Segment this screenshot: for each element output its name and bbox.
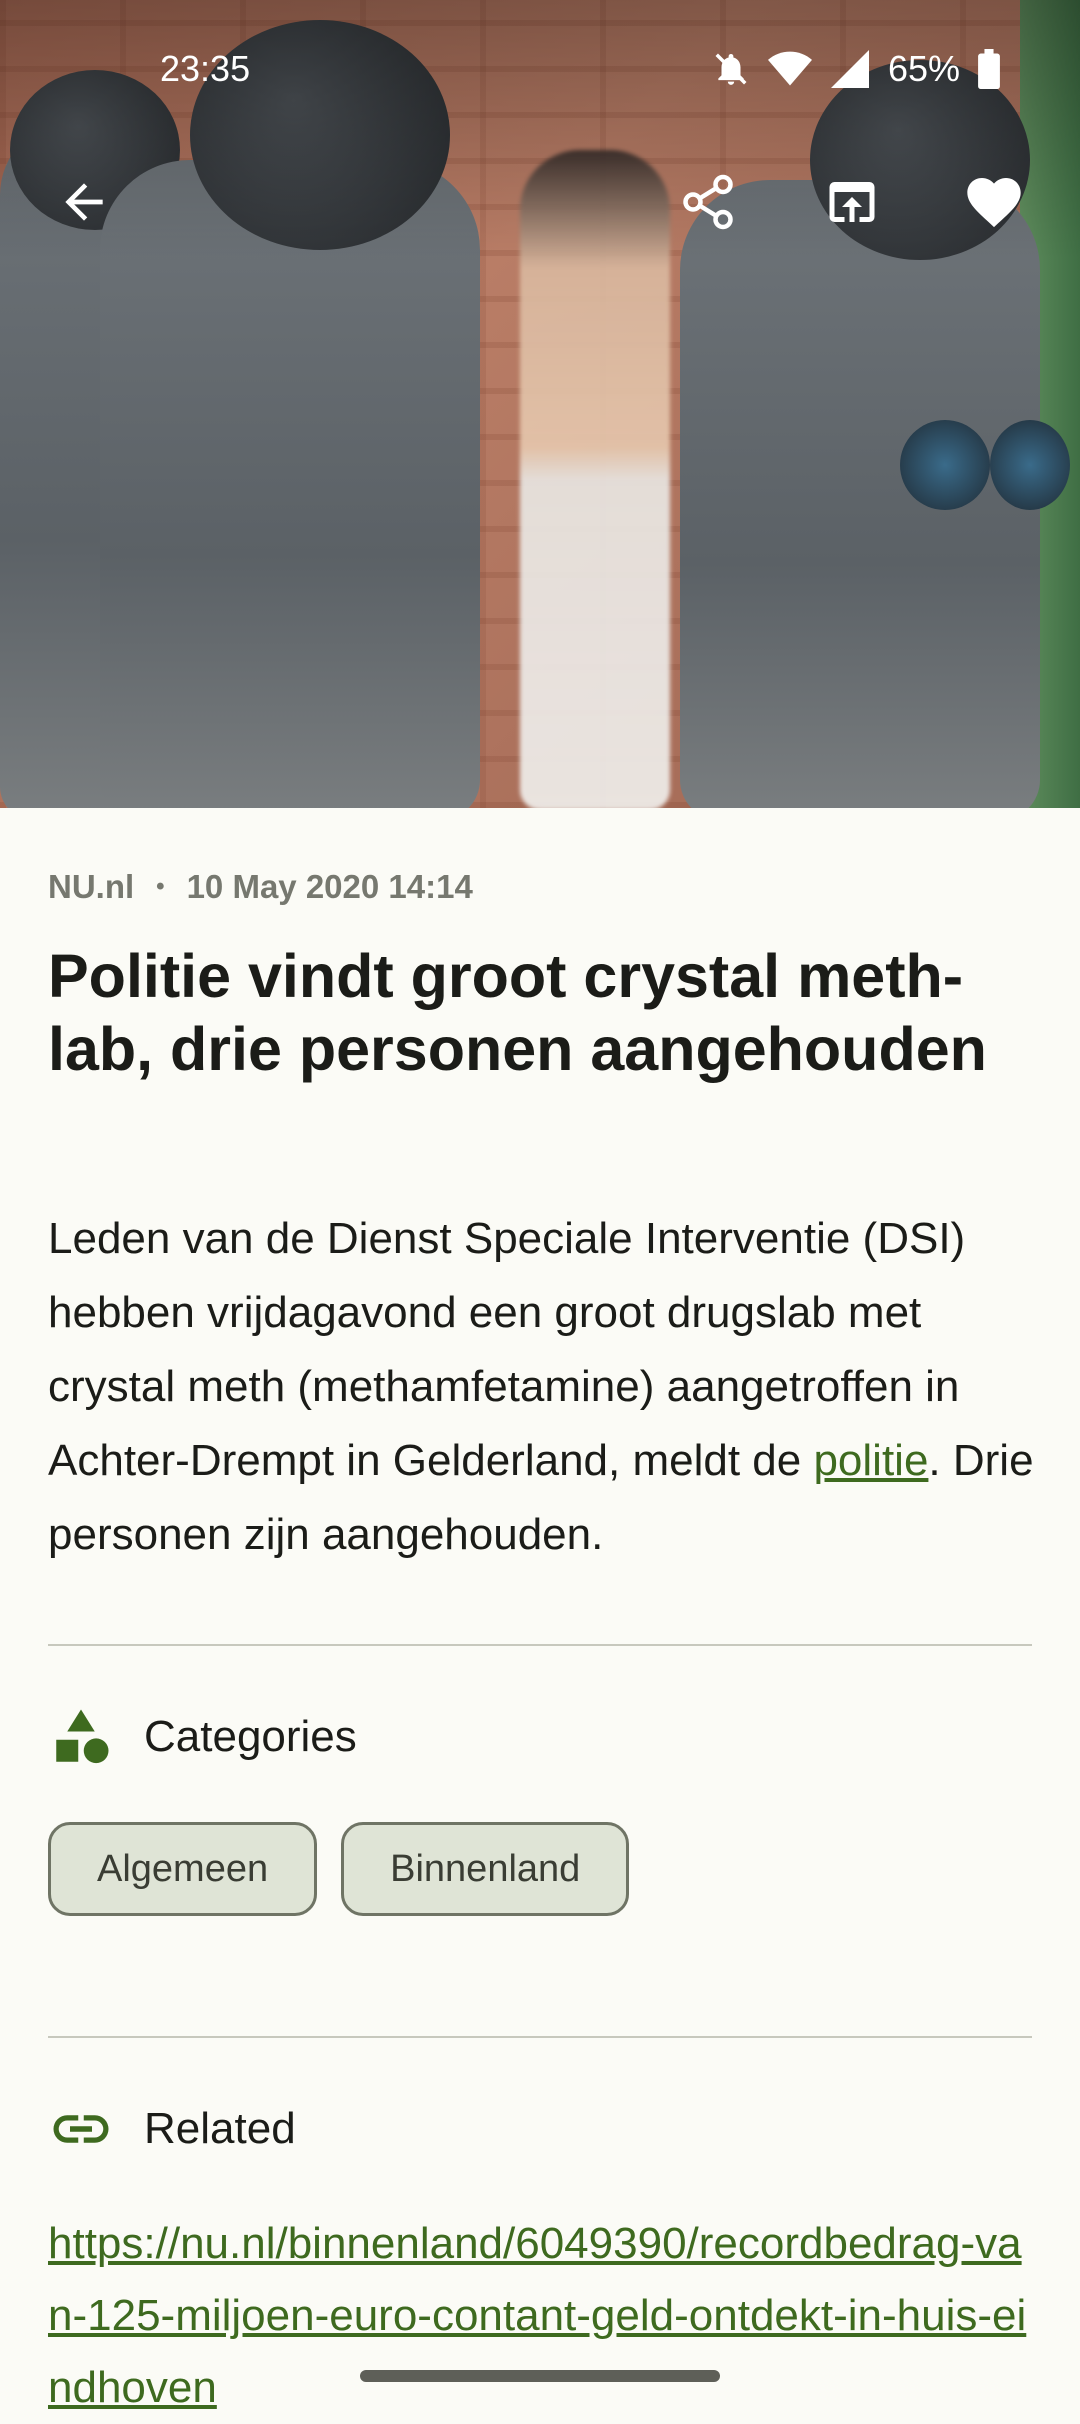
mute-bell-icon <box>712 50 750 88</box>
article-meta: NU.nl • 10 May 2020 14:14 <box>48 868 473 906</box>
article-source: NU.nl <box>48 868 135 905</box>
hero-officer-right <box>680 180 1040 808</box>
battery-percent: 65% <box>887 48 960 89</box>
share-icon <box>683 174 733 230</box>
back-button[interactable] <box>48 166 120 238</box>
related-header: Related <box>48 2096 296 2162</box>
status-icons: 65% <box>712 46 1000 92</box>
hero-equipment <box>900 420 990 510</box>
related-article-link[interactable]: https://nu.nl/binnenland/6049390/recordb… <box>48 2208 1032 2424</box>
open-in-browser-icon <box>829 182 875 222</box>
arrow-back-icon <box>65 183 103 221</box>
link-icon <box>53 2115 109 2143</box>
share-button[interactable] <box>672 166 744 238</box>
article-date: 10 May 2020 14:14 <box>186 868 473 905</box>
heart-icon <box>967 178 1021 228</box>
hero-equipment-2 <box>990 420 1070 510</box>
meta-separator: • <box>156 873 165 900</box>
battery-icon <box>978 49 1000 89</box>
category-chips: Algemeen Binnenland <box>48 1822 630 1916</box>
politie-link[interactable]: politie <box>813 1436 928 1485</box>
chip-binnenland[interactable]: Binnenland <box>341 1822 630 1916</box>
status-bar: 23:35 65% <box>0 0 1080 140</box>
divider-related <box>48 2036 1032 2038</box>
open-in-browser-button[interactable] <box>816 166 888 238</box>
gesture-nav-handle[interactable] <box>360 2370 720 2382</box>
categories-header: Categories <box>48 1704 357 1770</box>
category-shapes-icon <box>56 1709 109 1764</box>
related-heading: Related <box>144 2104 296 2153</box>
article-title: Politie vindt groot crystal meth-lab, dr… <box>48 942 987 1083</box>
status-time: 23:35 <box>160 48 251 89</box>
divider-categories <box>48 1644 1032 1646</box>
article-body: Leden van de Dienst Speciale Interventie… <box>48 1202 1038 1572</box>
favorite-button[interactable] <box>958 166 1030 238</box>
chip-algemeen[interactable]: Algemeen <box>48 1822 318 1916</box>
wifi-icon <box>767 50 812 88</box>
categories-heading: Categories <box>144 1712 357 1761</box>
signal-icon <box>830 50 870 88</box>
